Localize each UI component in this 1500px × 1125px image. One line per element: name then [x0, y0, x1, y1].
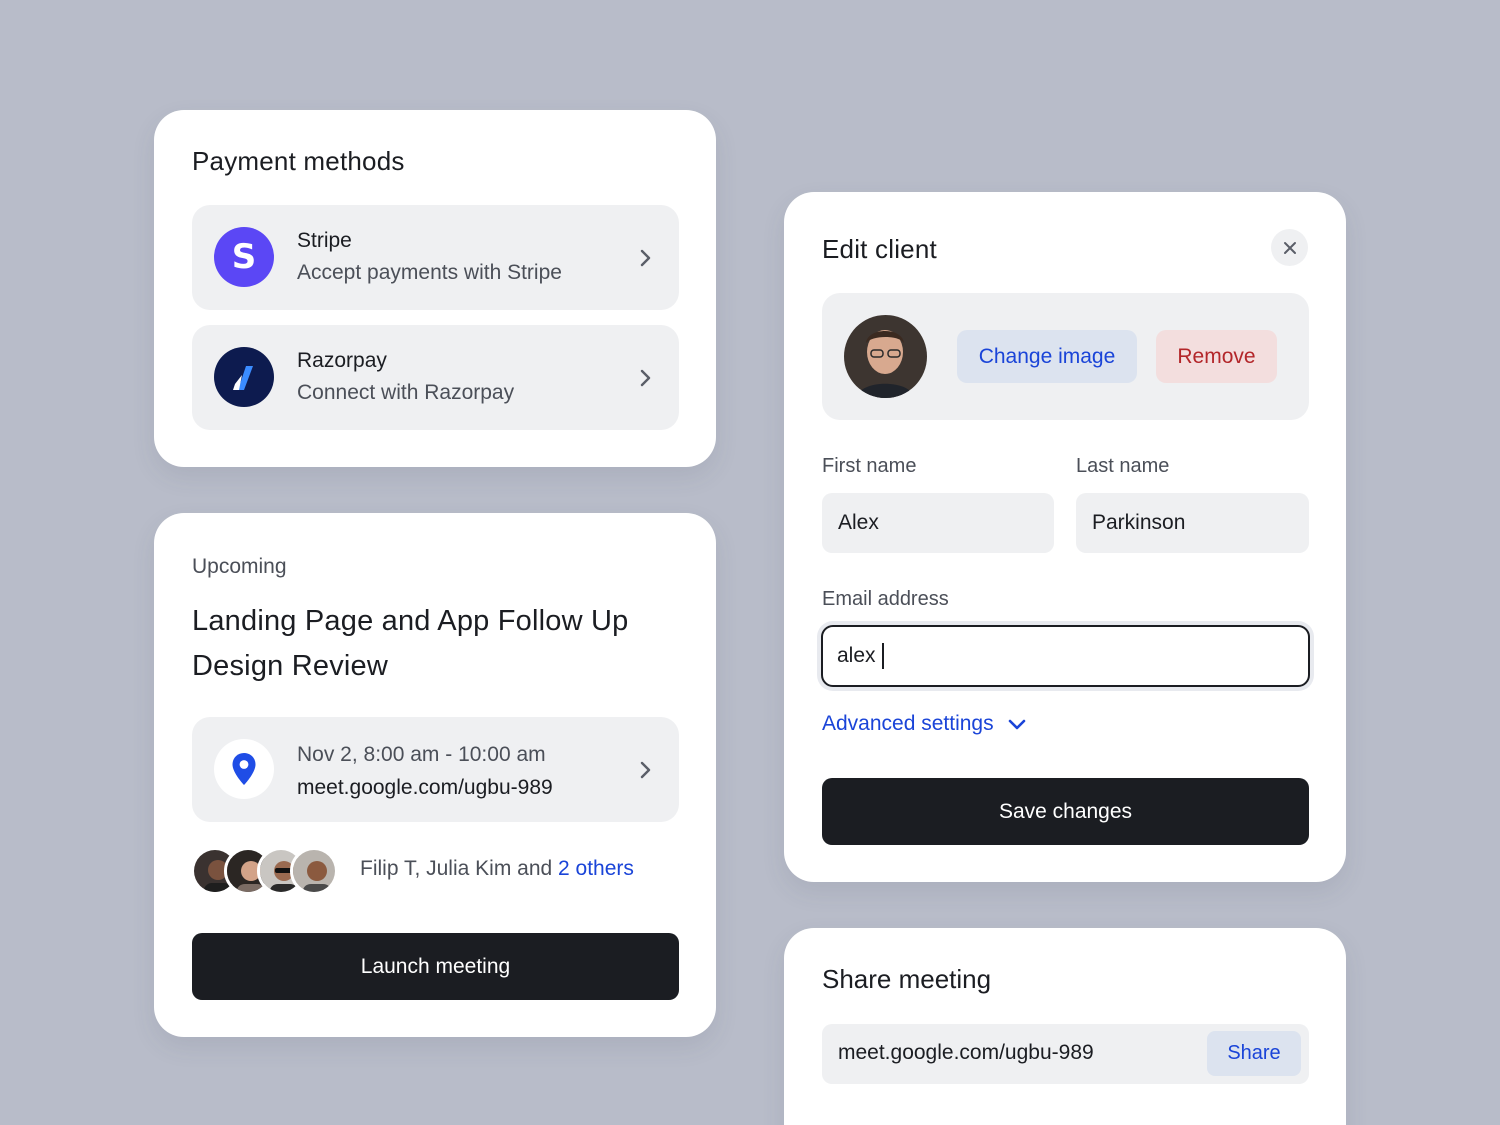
payment-method-name: Razorpay: [297, 349, 387, 372]
edit-client-title: Edit client: [822, 234, 937, 264]
others-link[interactable]: 2 others: [558, 857, 634, 880]
payment-methods-card: Payment methods S Stripe Accept payments…: [154, 110, 716, 467]
email-label: Email address: [822, 588, 949, 610]
advanced-settings-label: Advanced settings: [822, 712, 994, 735]
meeting-title: Landing Page and App Follow Up Design Re…: [192, 605, 629, 682]
attendee-avatars: [191, 847, 351, 895]
upcoming-label: Upcoming: [192, 555, 287, 578]
share-meeting-title: Share meeting: [822, 964, 992, 994]
avatar: [290, 847, 338, 895]
last-name-label: Last name: [1076, 455, 1170, 477]
advanced-settings-toggle[interactable]: Advanced settings: [822, 712, 1026, 736]
meeting-link: meet.google.com/ugbu-989: [297, 776, 553, 799]
client-avatar: [844, 315, 927, 398]
payment-method-name: Stripe: [297, 229, 352, 252]
upcoming-meeting-card: Upcoming Landing Page and App Follow Up …: [154, 513, 716, 1037]
launch-meeting-button[interactable]: Launch meeting: [192, 933, 679, 1000]
save-changes-button[interactable]: Save changes: [822, 778, 1309, 845]
payment-method-description: Accept payments with Stripe: [297, 261, 562, 284]
payment-methods-title: Payment methods: [192, 146, 405, 176]
first-name-label: First name: [822, 455, 917, 477]
stripe-logo-icon: S: [214, 227, 274, 287]
change-image-button[interactable]: Change image: [957, 330, 1137, 383]
attendees-names: Filip T, Julia Kim and: [360, 857, 559, 880]
avatar-panel: Change image Remove: [822, 293, 1309, 420]
close-button[interactable]: [1271, 229, 1308, 266]
payment-method-razorpay[interactable]: Razorpay Connect with Razorpay: [192, 325, 679, 430]
edit-client-card: Edit client Change image Remove First na…: [784, 192, 1346, 882]
first-name-field[interactable]: Alex: [822, 493, 1054, 553]
email-field[interactable]: alex: [821, 625, 1310, 687]
chevron-right-icon: [640, 249, 651, 267]
share-link-field: meet.google.com/ugbu-989 Share: [822, 1024, 1309, 1084]
chevron-down-icon: [1008, 719, 1025, 730]
remove-image-button[interactable]: Remove: [1156, 330, 1277, 383]
payment-method-stripe[interactable]: S Stripe Accept payments with Stripe: [192, 205, 679, 310]
location-pin-icon: [214, 739, 274, 799]
chevron-right-icon: [640, 761, 651, 779]
text-cursor: [881, 643, 884, 669]
share-meeting-card: Share meeting meet.google.com/ugbu-989 S…: [784, 928, 1346, 1125]
razorpay-logo-icon: [214, 347, 274, 407]
attendees-summary: Filip T, Julia Kim and 2 others: [360, 857, 634, 881]
share-link[interactable]: meet.google.com/ugbu-989: [838, 1041, 1094, 1065]
meeting-time: Nov 2, 8:00 am - 10:00 am: [297, 743, 546, 766]
payment-method-description: Connect with Razorpay: [297, 381, 515, 404]
last-name-field[interactable]: Parkinson: [1076, 493, 1309, 553]
chevron-right-icon: [640, 369, 651, 387]
email-value: alex: [837, 644, 876, 667]
close-icon: [1283, 241, 1296, 254]
meeting-details-row[interactable]: Nov 2, 8:00 am - 10:00 am meet.google.co…: [192, 717, 679, 822]
share-button[interactable]: Share: [1207, 1031, 1301, 1076]
